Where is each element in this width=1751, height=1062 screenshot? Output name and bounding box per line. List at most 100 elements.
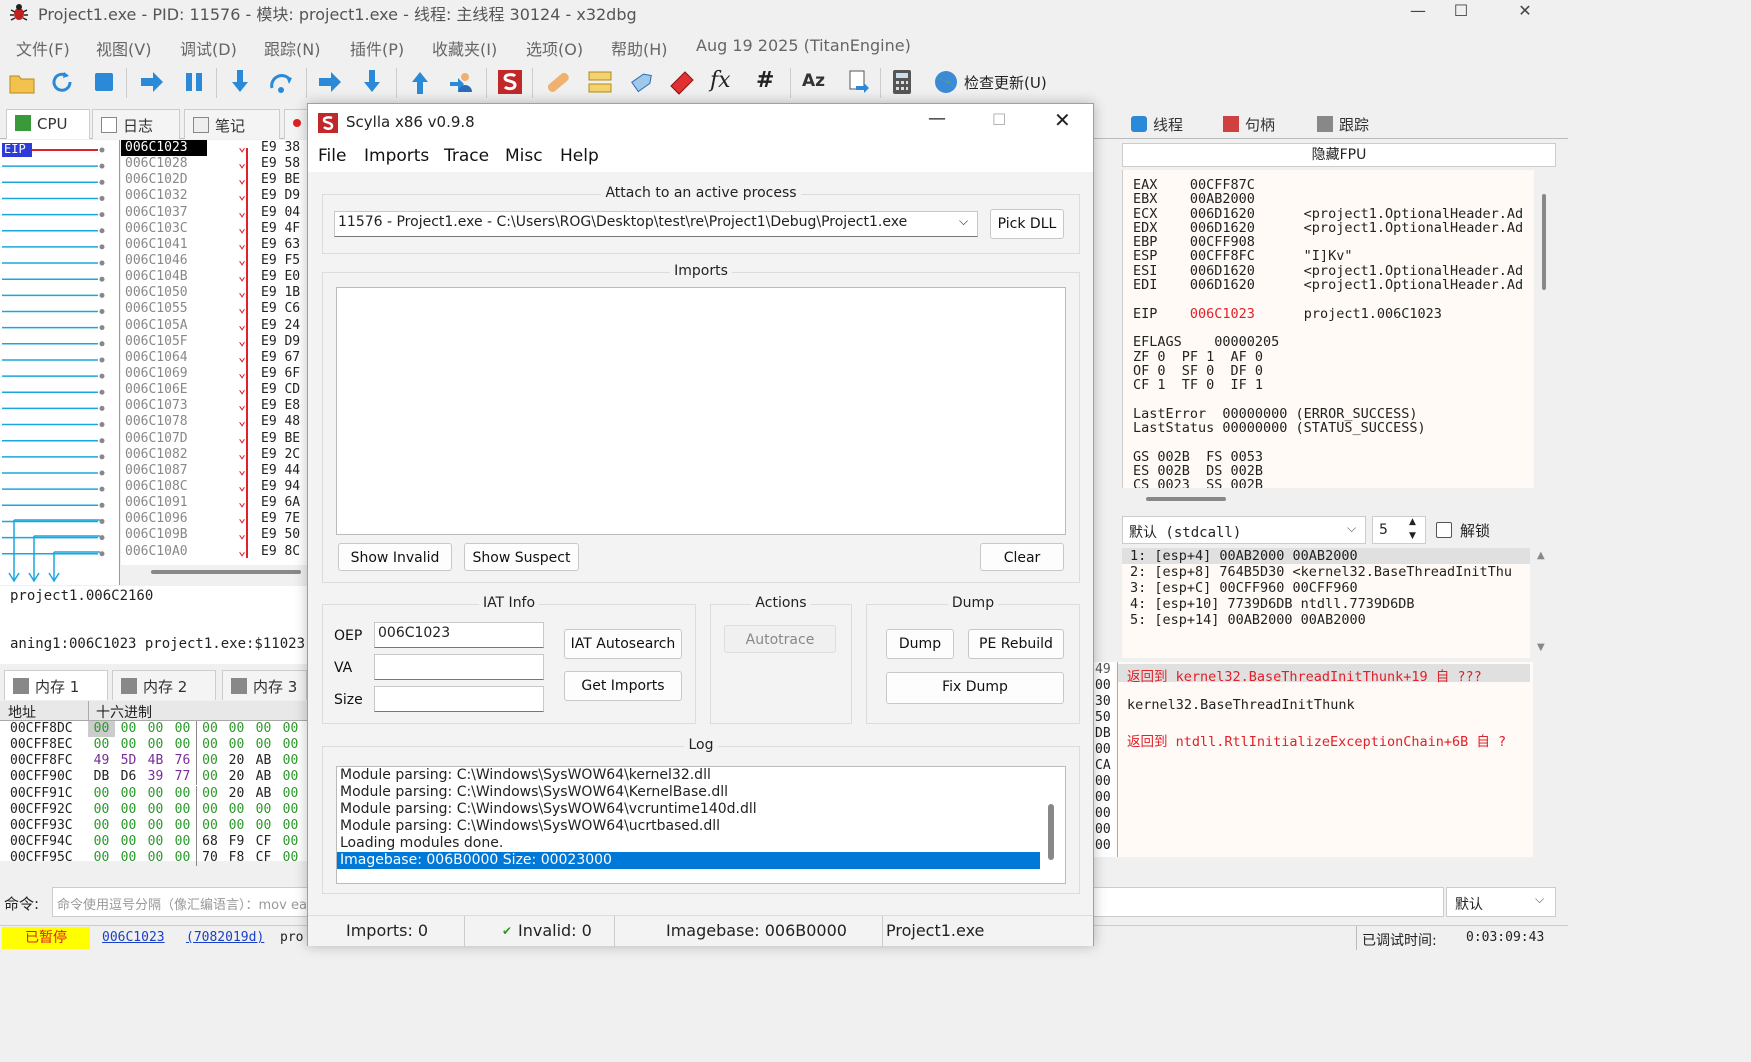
memory-row[interactable]: 00CFF92C 00 00 00 00 00 00 00 00: [0, 801, 307, 818]
register-line[interactable]: EAX 00CFF87C: [1133, 178, 1534, 192]
tab-threads[interactable]: 线程: [1123, 109, 1213, 139]
bookmarks-icon[interactable]: [668, 68, 696, 96]
disasm-hscroll[interactable]: [121, 565, 307, 585]
register-line[interactable]: EFLAGS 00000205: [1133, 335, 1534, 349]
run-to-user-code-icon[interactable]: [448, 68, 476, 96]
disasm-bytes[interactable]: ⌄ E9 6F: [207, 366, 307, 382]
fix-dump-button[interactable]: Fix Dump: [886, 672, 1064, 704]
stack-arg-row[interactable]: 2: [esp+8] 764B5D30 <kernel32.BaseThread…: [1122, 564, 1530, 580]
tab-memory-2[interactable]: 内存 2: [112, 670, 216, 700]
scylla-menu-misc[interactable]: Misc: [505, 146, 543, 166]
disasm-bytes[interactable]: ⌄ E9 94: [207, 479, 307, 495]
disasm-address[interactable]: 006C1073: [121, 398, 207, 414]
log-entry[interactable]: Imagebase: 006B0000 Size: 00023000: [337, 852, 1040, 869]
disasm-address[interactable]: 006C103C: [121, 221, 207, 237]
trace-over-icon[interactable]: [358, 68, 386, 96]
disasm-bytes[interactable]: ⌄ E9 BE: [207, 172, 307, 188]
disasm-address[interactable]: 006C1032: [121, 188, 207, 204]
memory-row[interactable]: 00CFF8FC 49 5D 4B 76 00 20 AB 00: [0, 753, 307, 770]
disasm-address[interactable]: 006C1028: [121, 156, 207, 172]
stack-arg-row[interactable]: 3: [esp+C] 00CFF960 00CFF960: [1122, 580, 1530, 596]
command-mode-select[interactable]: 默认 ⌵: [1446, 887, 1556, 917]
size-field[interactable]: [374, 686, 544, 712]
disasm-bytes[interactable]: ⌄ E9 38: [207, 140, 307, 156]
disasm-bytes[interactable]: ⌄ E9 2C: [207, 447, 307, 463]
log-entry[interactable]: Module parsing: C:\Windows\SysWOW64\Kern…: [337, 784, 1040, 801]
log-entry[interactable]: Module parsing: C:\Windows\SysWOW64\ucrt…: [337, 818, 1040, 835]
restart-icon[interactable]: [48, 68, 76, 96]
oep-field[interactable]: 006C1023: [374, 622, 544, 648]
pick-dll-button[interactable]: Pick DLL: [990, 209, 1064, 239]
disasm-bytes[interactable]: ⌄ E9 50: [207, 527, 307, 543]
menu-help[interactable]: 帮助(H): [611, 36, 668, 60]
disasm-address[interactable]: 006C109B: [121, 527, 207, 543]
disasm-address[interactable]: 006C1069: [121, 366, 207, 382]
disasm-address[interactable]: 006C1096: [121, 511, 207, 527]
disasm-bytes[interactable]: ⌄ E9 4F: [207, 221, 307, 237]
disasm-address[interactable]: 006C1064: [121, 350, 207, 366]
memory-row[interactable]: 00CFF94C 00 00 00 00 68 F9 CF 00: [0, 833, 307, 850]
tab-trace[interactable]: 跟踪: [1309, 109, 1399, 139]
disasm-bytes[interactable]: ⌄ E9 1B: [207, 285, 307, 301]
memory-row[interactable]: 00CFF95C 00 00 00 00 70 F8 CF 00: [0, 850, 307, 867]
menu-options[interactable]: 选项(O): [526, 36, 583, 60]
tab-breakpoints[interactable]: [284, 109, 308, 139]
imports-tree[interactable]: [336, 287, 1066, 535]
stack-args-vscroll[interactable]: ▲ ▼: [1532, 548, 1554, 658]
registers-vscroll[interactable]: [1536, 170, 1556, 488]
log-entry[interactable]: Loading modules done.: [337, 835, 1040, 852]
execute-till-return-icon[interactable]: [406, 68, 434, 96]
scylla-menu-imports[interactable]: Imports: [364, 146, 429, 166]
run-icon[interactable]: [138, 68, 166, 96]
iat-autosearch-button[interactable]: IAT Autosearch: [564, 629, 682, 659]
register-line[interactable]: [1133, 392, 1534, 406]
step-over-icon[interactable]: [268, 68, 296, 96]
dump-button[interactable]: Dump: [886, 629, 954, 659]
arg-count-spinner[interactable]: 5 ▲ ▼: [1372, 516, 1426, 544]
disasm-bytes[interactable]: ⌄ E9 24: [207, 318, 307, 334]
tab-log[interactable]: 日志: [92, 109, 180, 139]
tab-memory-3[interactable]: 内存 3: [222, 670, 307, 700]
disasm-address[interactable]: 006C10A0: [121, 544, 207, 560]
hide-fpu-button[interactable]: 隐藏FPU: [1122, 143, 1556, 167]
scylla-menu-trace[interactable]: Trace: [444, 146, 489, 166]
disasm-bytes[interactable]: ⌄ E9 67: [207, 350, 307, 366]
pe-rebuild-button[interactable]: PE Rebuild: [968, 629, 1064, 659]
log-scrollbar[interactable]: [1048, 804, 1054, 860]
register-line[interactable]: ZF 0 PF 1 AF 0: [1133, 349, 1534, 364]
menu-view[interactable]: 视图(V): [96, 36, 151, 60]
disasm-address[interactable]: 006C105A: [121, 318, 207, 334]
disasm-bytes[interactable]: ⌄ E9 48: [207, 414, 307, 430]
disasm-address[interactable]: 006C1046: [121, 253, 207, 269]
unlock-checkbox[interactable]: [1436, 522, 1452, 538]
stop-icon[interactable]: [90, 68, 118, 96]
disasm-address[interactable]: 006C108C: [121, 479, 207, 495]
disasm-address[interactable]: 006C105F: [121, 334, 207, 350]
spin-up-icon[interactable]: ▲: [1409, 517, 1416, 527]
memory-row[interactable]: 00CFF91C 00 00 00 00 00 20 AB 00: [0, 785, 307, 802]
registers-hscroll[interactable]: [1122, 490, 1534, 506]
register-line[interactable]: LastError 00000000 (ERROR_SUCCESS): [1133, 407, 1534, 421]
disasm-address[interactable]: 006C1037: [121, 205, 207, 221]
tab-notes[interactable]: 笔记: [184, 109, 280, 139]
callconv-select[interactable]: 默认 (stdcall) ⌵: [1122, 516, 1366, 544]
strings-icon[interactable]: [844, 68, 872, 96]
disasm-address[interactable]: 006C1023: [121, 140, 207, 157]
trace-into-icon[interactable]: [316, 68, 344, 96]
disasm-bytes[interactable]: ⌄ E9 04: [207, 205, 307, 221]
scroll-down-icon[interactable]: ▼: [1537, 642, 1545, 653]
disasm-bytes[interactable]: ⌄ E9 E0: [207, 269, 307, 285]
disasm-bytes[interactable]: ⌄ E9 7E: [207, 511, 307, 527]
scylla-minimize-button[interactable]: —: [928, 108, 946, 129]
show-suspect-button[interactable]: Show Suspect: [464, 543, 579, 571]
disasm-address[interactable]: 006C107D: [121, 431, 207, 447]
scylla-icon[interactable]: [496, 68, 524, 96]
menu-file[interactable]: 文件(F): [16, 36, 70, 60]
register-line[interactable]: CS 0023 SS 002B: [1133, 478, 1534, 488]
autotrace-button[interactable]: Autotrace: [724, 625, 836, 653]
register-line[interactable]: OF 0 SF 0 DF 0: [1133, 364, 1534, 378]
va-field[interactable]: [374, 654, 544, 680]
scylla-menu-file[interactable]: File: [318, 146, 346, 166]
log-entry[interactable]: Module parsing: C:\Windows\SysWOW64\vcru…: [337, 801, 1040, 818]
tab-memory-1[interactable]: 内存 1: [4, 670, 108, 700]
